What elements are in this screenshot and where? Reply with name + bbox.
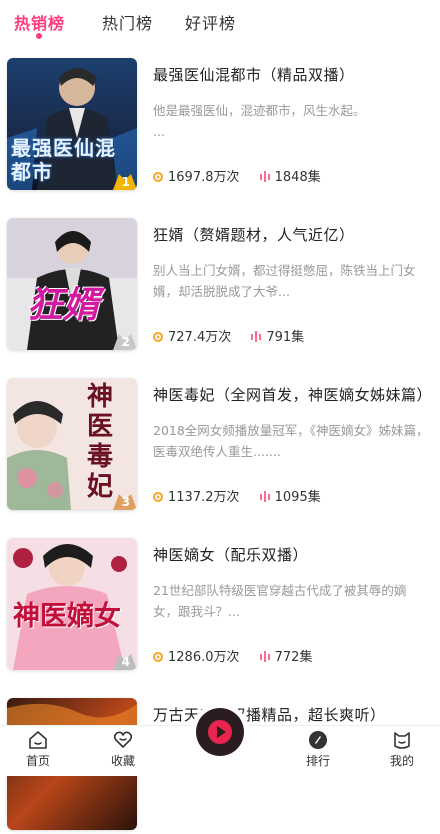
- nav-profile[interactable]: 我的: [372, 729, 432, 769]
- book-item-3[interactable]: 神医毒妃 3 神医毒妃（全网首发，神医嫡女姊妹篇） 2018全网女频播放量冠军，…: [0, 378, 440, 514]
- book-title[interactable]: 最强医仙混都市（精品双播）: [153, 64, 355, 85]
- tab-top-rated[interactable]: 好评榜: [185, 10, 236, 34]
- play-count-icon: [153, 172, 163, 182]
- book-cover[interactable]: 神医嫡女 4: [7, 538, 137, 670]
- nav-home[interactable]: 首页: [8, 729, 68, 769]
- heart-icon: [113, 731, 133, 748]
- play-count: 1137.2万次: [168, 490, 240, 505]
- play-icon: [208, 720, 232, 744]
- cover-title-text: 神医毒妃: [87, 382, 114, 502]
- book-stats: 1286.0万次 772集: [153, 646, 312, 665]
- rank-number: 3: [121, 495, 130, 509]
- cover-title-text: 狂婿: [27, 285, 100, 326]
- book-title[interactable]: 狂婿（赘婿题材，人气近亿）: [153, 224, 355, 245]
- episodes-icon: [259, 491, 270, 502]
- cover-title-text: 神医嫡女: [13, 601, 121, 632]
- nav-profile-label: 我的: [389, 754, 414, 768]
- book-description: 2018全网女频播放量冠军，《神医嫡女》姊妹篇，医毒双绝传人重生.......: [153, 423, 429, 459]
- episode-count: 1095集: [274, 490, 321, 505]
- book-item-2[interactable]: 狂婿 2 狂婿（赘婿题材，人气近亿） 别人当上门女婿，都过得挺憋屈，陈铁当上门女…: [0, 218, 440, 354]
- rank-number: 2: [121, 335, 130, 349]
- episode-count: 772集: [274, 650, 313, 665]
- book-stats: 1137.2万次 1095集: [153, 486, 321, 505]
- book-cover[interactable]: 狂婿 2: [7, 218, 137, 350]
- play-count-icon: [153, 332, 163, 342]
- book-stats: 1697.8万次 1848集: [153, 166, 321, 185]
- nav-ranking[interactable]: 排行: [288, 729, 348, 769]
- book-description: 他是最强医仙，混迹都市，风生水起。 ...: [153, 103, 366, 139]
- nav-ranking-label: 排行: [305, 754, 330, 768]
- book-stats: 727.4万次 791集: [153, 326, 304, 345]
- home-icon: [29, 731, 47, 749]
- tab-best-selling[interactable]: 热销榜: [14, 10, 65, 34]
- nav-favorites[interactable]: 收藏: [93, 729, 153, 769]
- book-description: 别人当上门女婿，都过得挺憋屈，陈铁当上门女婿，却活脱脱成了大爷...: [153, 263, 416, 299]
- ranking-icon: [309, 731, 327, 749]
- bottom-nav: 首页 收藏 排行 我的: [0, 708, 440, 776]
- episode-count: 1848集: [274, 170, 321, 185]
- rank-number: 4: [121, 655, 130, 669]
- play-count-icon: [153, 652, 163, 662]
- nav-favorites-label: 收藏: [110, 754, 135, 768]
- book-title[interactable]: 万古天帝（双播精品，超长爽听）: [153, 704, 386, 725]
- nav-home-label: 首页: [25, 754, 50, 768]
- player-button[interactable]: [196, 708, 244, 756]
- play-count-icon: [153, 492, 163, 502]
- rank-tabs: 热销榜 热门榜 好评榜: [0, 0, 440, 44]
- tab-popular[interactable]: 热门榜: [102, 10, 153, 34]
- episodes-icon: [259, 171, 270, 182]
- book-title[interactable]: 神医毒妃（全网首发，神医嫡女姊妹篇）: [153, 384, 432, 405]
- book-title[interactable]: 神医嫡女（配乐双播）: [153, 544, 308, 565]
- profile-icon: [394, 732, 410, 749]
- episodes-icon: [251, 331, 262, 342]
- play-count: 1286.0万次: [168, 650, 240, 665]
- book-description: 21世纪部队特级医官穿越古代成了被其辱的嫡女，跟我斗？...: [153, 583, 407, 619]
- active-tab-indicator: [36, 33, 42, 39]
- play-count: 727.4万次: [168, 330, 232, 345]
- book-cover[interactable]: 最强医仙混都市 1: [7, 58, 137, 190]
- book-item-4[interactable]: 神医嫡女 4 神医嫡女（配乐双播） 21世纪部队特级医官穿越古代成了被其辱的嫡女…: [0, 538, 440, 674]
- book-cover[interactable]: 神医毒妃 3: [7, 378, 137, 510]
- episode-count: 791集: [266, 330, 305, 345]
- episodes-icon: [259, 651, 270, 662]
- rank-number: 1: [121, 175, 130, 189]
- book-item-1[interactable]: 最强医仙混都市 1 最强医仙混都市（精品双播） 他是最强医仙，混迹都市，风生水起…: [0, 58, 440, 194]
- play-count: 1697.8万次: [168, 170, 240, 185]
